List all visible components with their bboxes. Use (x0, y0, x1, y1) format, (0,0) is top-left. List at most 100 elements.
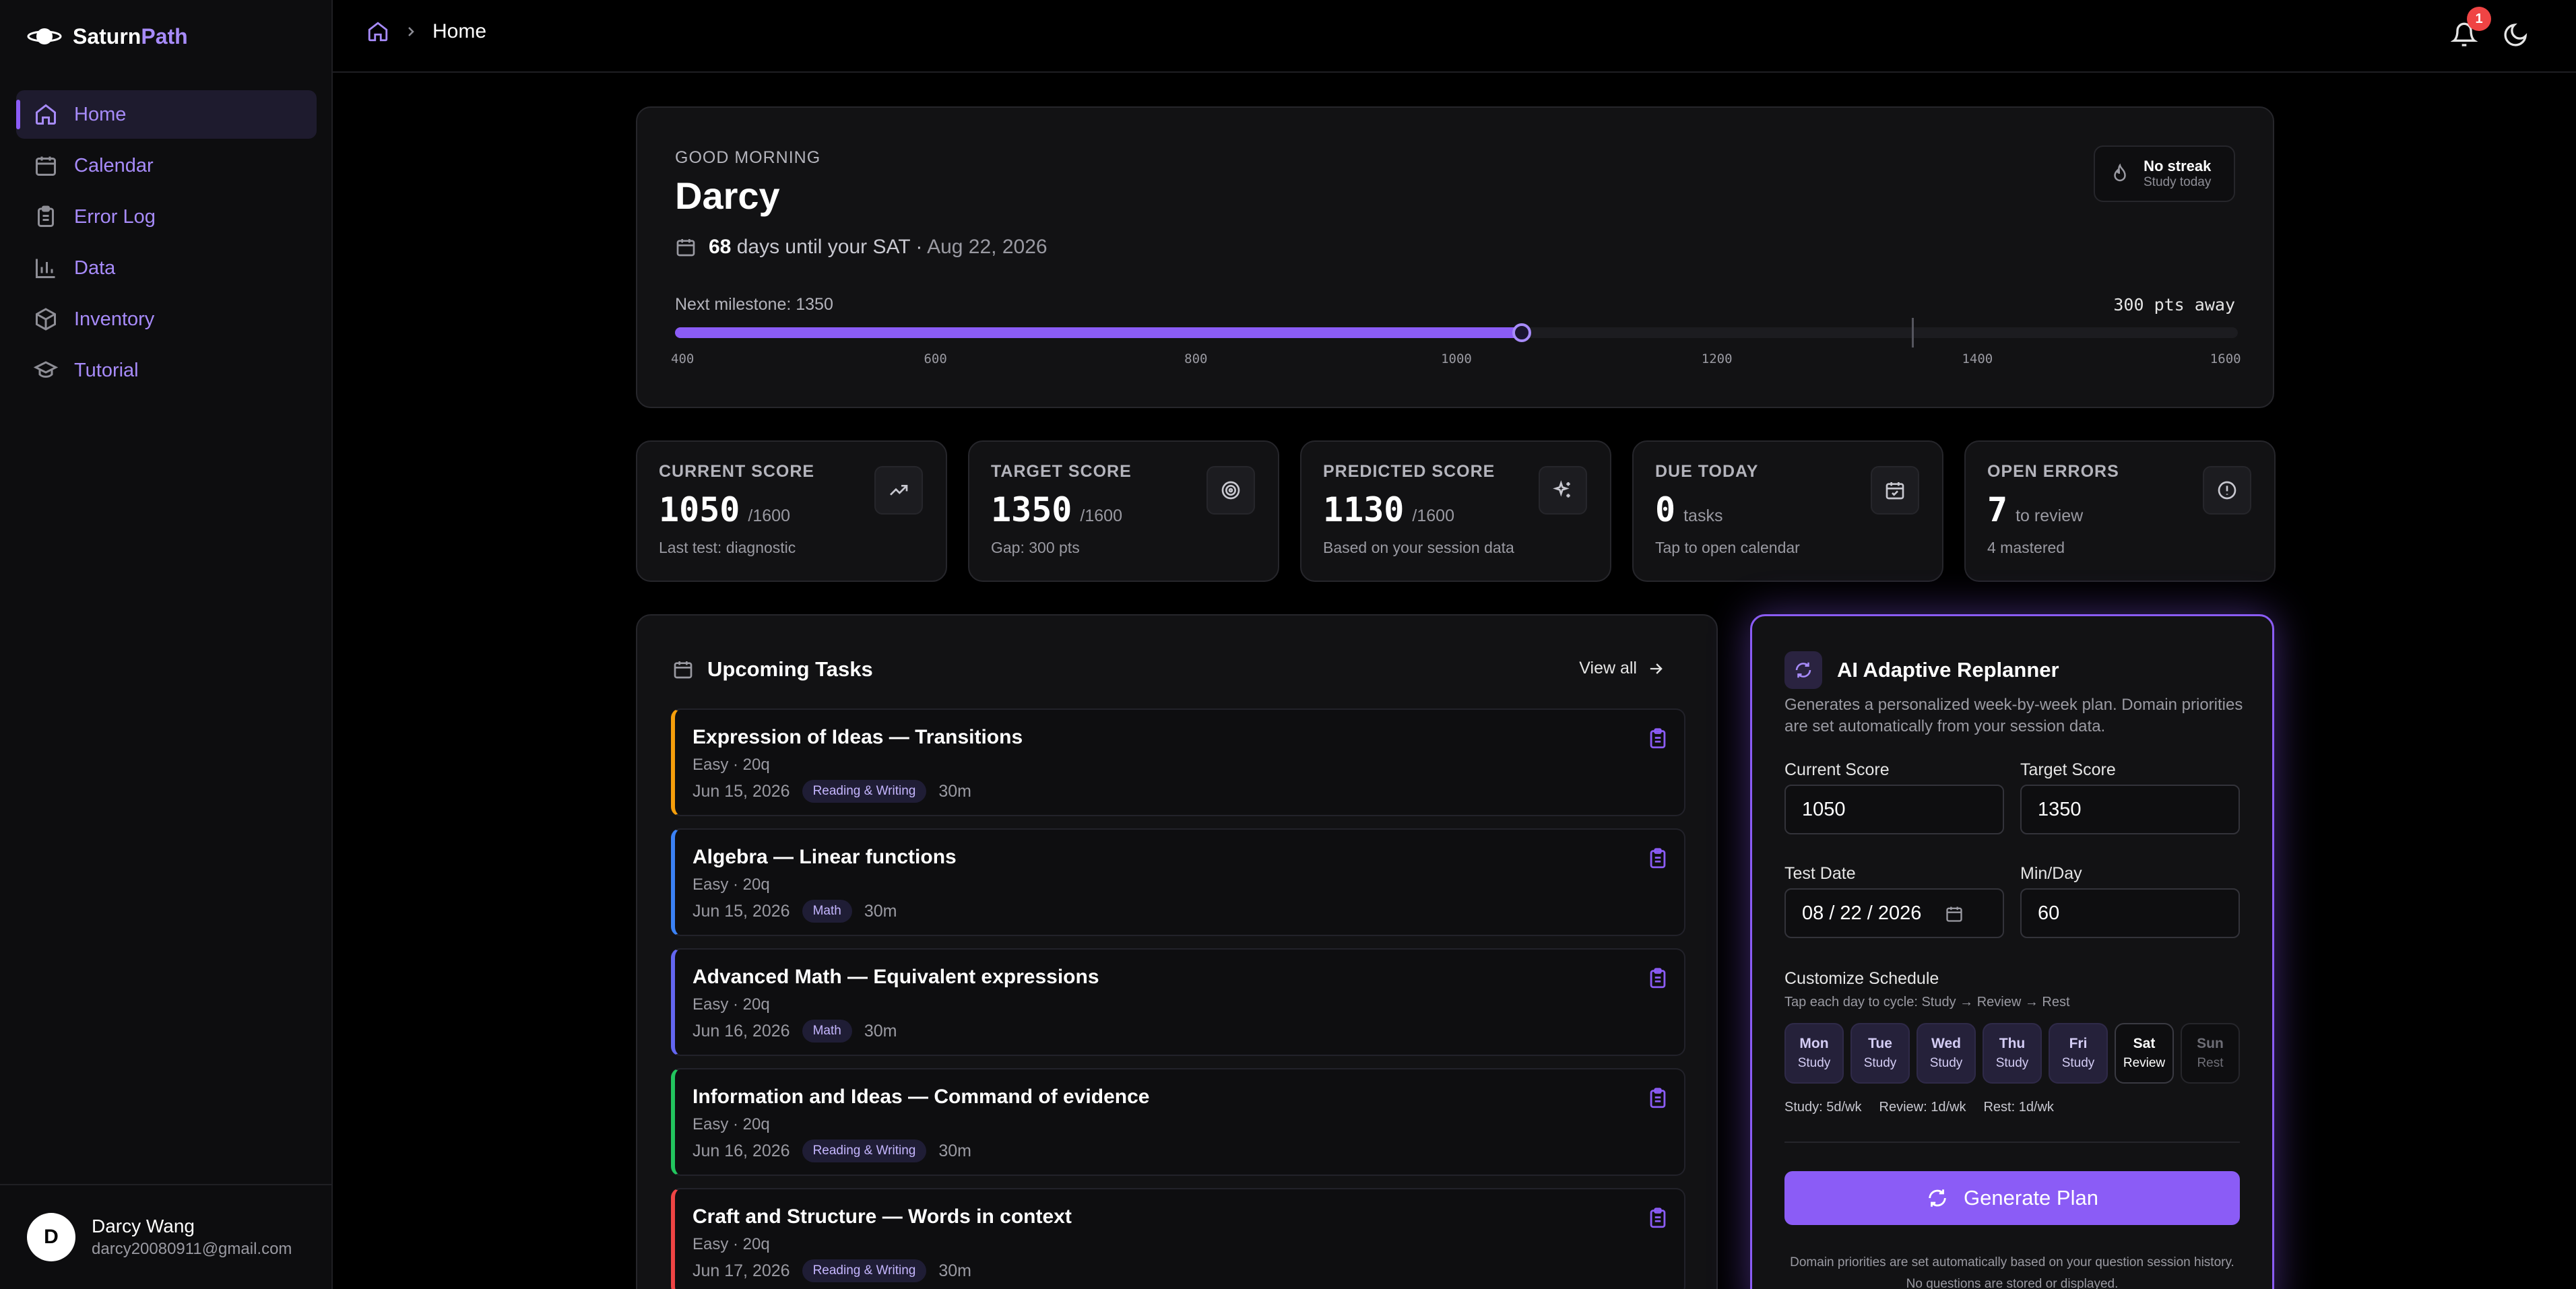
trending-up-icon (874, 466, 923, 515)
sidebar: SaturnPath Home Calendar Error Log Data … (0, 0, 333, 1289)
customize-schedule-title: Customize Schedule (1784, 969, 1939, 988)
day-mode: Rest (2197, 1056, 2224, 1070)
task-item[interactable]: Expression of Ideas — Transitions Easy ·… (671, 708, 1685, 816)
task-duration: 30m (938, 781, 971, 801)
day-mode: Study (1797, 1056, 1831, 1070)
test-date-label: Test Date (1784, 864, 1856, 883)
scale-tick-label: 400 (671, 352, 695, 366)
days-count: 68 (709, 236, 732, 258)
topbar: Home 1 (333, 0, 2576, 73)
scale-tick-label: 800 (1184, 352, 1208, 366)
task-date: Jun 16, 2026 (693, 1141, 790, 1160)
logo[interactable]: SaturnPath (27, 20, 188, 53)
stat-card-due-today[interactable]: DUE TODAY 0 tasks Tap to open calendar (1632, 440, 1943, 582)
view-all-link[interactable]: View all (1579, 659, 1665, 678)
score-scale: 400 600 800 1000 1200 1400 1600 (671, 352, 2241, 372)
day-toggle-mon[interactable]: Mon Study (1784, 1023, 1844, 1084)
stat-unit: to review (2016, 506, 2084, 525)
stat-unit: /1600 (748, 506, 790, 525)
replanner-footnote: Domain priorities are set automatically … (1790, 1255, 2234, 1289)
sidebar-item-error-log[interactable]: Error Log (16, 193, 317, 241)
generate-plan-button[interactable]: Generate Plan (1784, 1171, 2240, 1225)
day-toggle-fri[interactable]: Fri Study (2049, 1023, 2108, 1084)
task-duration: 30m (864, 1021, 897, 1040)
sidebar-item-label: Tutorial (74, 359, 139, 381)
day-toggle-wed[interactable]: Wed Study (1917, 1023, 1976, 1084)
day-toggle-sun[interactable]: Sun Rest (2181, 1023, 2240, 1084)
stat-label: CURRENT SCORE (659, 462, 815, 481)
clipboard-icon[interactable] (1646, 727, 1669, 750)
stat-label: TARGET SCORE (991, 462, 1132, 481)
sidebar-item-data[interactable]: Data (16, 244, 317, 292)
task-item[interactable]: Craft and Structure — Words in context E… (671, 1188, 1685, 1289)
home-icon[interactable] (366, 20, 389, 43)
clipboard-icon[interactable] (1646, 967, 1669, 990)
day-toggle-thu[interactable]: Thu Study (1983, 1023, 2042, 1084)
task-duration: 30m (938, 1261, 971, 1280)
scale-tick-label: 1200 (1701, 352, 1733, 366)
sidebar-item-label: Home (74, 103, 127, 125)
clipboard-icon[interactable] (1646, 847, 1669, 870)
day-toggle-tue[interactable]: Tue Study (1850, 1023, 1910, 1084)
replanner-description: Generates a personalized week-by-week pl… (1784, 696, 2243, 735)
sidebar-item-calendar[interactable]: Calendar (16, 141, 317, 190)
min-day-input[interactable]: 60 (2020, 888, 2240, 938)
stat-card-target-score: TARGET SCORE 1350/1600 Gap: 300 pts (968, 440, 1279, 582)
task-date: Jun 15, 2026 (693, 781, 790, 801)
user-profile[interactable]: D Darcy Wang darcy20080911@gmail.com (0, 1184, 331, 1289)
flame-icon (2110, 164, 2130, 184)
streak-badge[interactable]: No streak Study today (2094, 145, 2235, 202)
task-item[interactable]: Algebra — Linear functions Easy · 20q Ju… (671, 828, 1685, 936)
moon-icon[interactable] (2502, 22, 2529, 48)
view-all-label: View all (1579, 659, 1637, 677)
bar-chart-icon (34, 256, 58, 280)
greeting-card: GOOD MORNING Darcy 68 days until your SA… (636, 106, 2274, 408)
task-meta: Easy · 20q (693, 875, 770, 894)
task-item[interactable]: Advanced Math — Equivalent expressions E… (671, 948, 1685, 1056)
divider (1784, 1142, 2240, 1143)
task-date: Jun 16, 2026 (693, 1021, 790, 1040)
target-score-input[interactable]: 1350 (2020, 785, 2240, 834)
replanner-card: AI Adaptive Replanner Generates a person… (1750, 614, 2274, 1289)
sidebar-nav: Home Calendar Error Log Data Inventory T… (16, 90, 317, 397)
days-text: days until your SAT · (736, 236, 923, 258)
sidebar-item-tutorial[interactable]: Tutorial (16, 346, 317, 395)
replanner-header: AI Adaptive Replanner (1784, 651, 2059, 689)
clipboard-icon[interactable] (1646, 1207, 1669, 1230)
day-name: Sun (2197, 1036, 2224, 1051)
sidebar-item-home[interactable]: Home (16, 90, 317, 139)
day-mode: Study (1863, 1056, 1897, 1070)
task-title: Advanced Math — Equivalent expressions (693, 966, 1099, 988)
schedule-summary: Study: 5d/wk Review: 1d/wk Rest: 1d/wk (1784, 1100, 2054, 1115)
task-item[interactable]: Information and Ideas — Command of evide… (671, 1068, 1685, 1176)
stat-value: 1050 (659, 490, 740, 529)
graduation-cap-icon (34, 358, 58, 383)
sidebar-item-label: Calendar (74, 154, 154, 176)
brand-name: Saturn (73, 24, 141, 48)
arrow-right-icon (1646, 659, 1665, 678)
day-toggle-sat[interactable]: Sat Review (2115, 1023, 2174, 1084)
user-email: darcy20080911@gmail.com (92, 1240, 292, 1258)
current-score-input[interactable]: 1050 (1784, 785, 2004, 834)
user-name: Darcy Wang (92, 1216, 195, 1236)
calendar-icon (675, 236, 697, 258)
test-date-input[interactable]: 08 / 22 / 2026 (1784, 888, 2004, 938)
calendar-picker-icon[interactable] (1945, 904, 1964, 923)
refresh-icon (1926, 1187, 1949, 1210)
calendar-check-icon (1871, 466, 1919, 515)
points-away: 300 pts away (2113, 295, 2235, 315)
stat-value: 1350 (991, 490, 1072, 529)
task-tag: Math (802, 1020, 852, 1043)
sidebar-item-inventory[interactable]: Inventory (16, 295, 317, 343)
day-name: Fri (2069, 1036, 2088, 1051)
day-mode: Study (1929, 1056, 1963, 1070)
sidebar-item-label: Inventory (74, 308, 155, 330)
task-date: Jun 17, 2026 (693, 1261, 790, 1280)
chevron-right-icon (403, 24, 419, 40)
clipboard-icon[interactable] (1646, 1087, 1669, 1110)
task-duration: 30m (864, 901, 897, 921)
current-score-label: Current Score (1784, 760, 1890, 779)
day-name: Sat (2133, 1036, 2156, 1051)
task-duration: 30m (938, 1141, 971, 1160)
summary-rest: Rest: 1d/wk (1983, 1100, 2054, 1115)
